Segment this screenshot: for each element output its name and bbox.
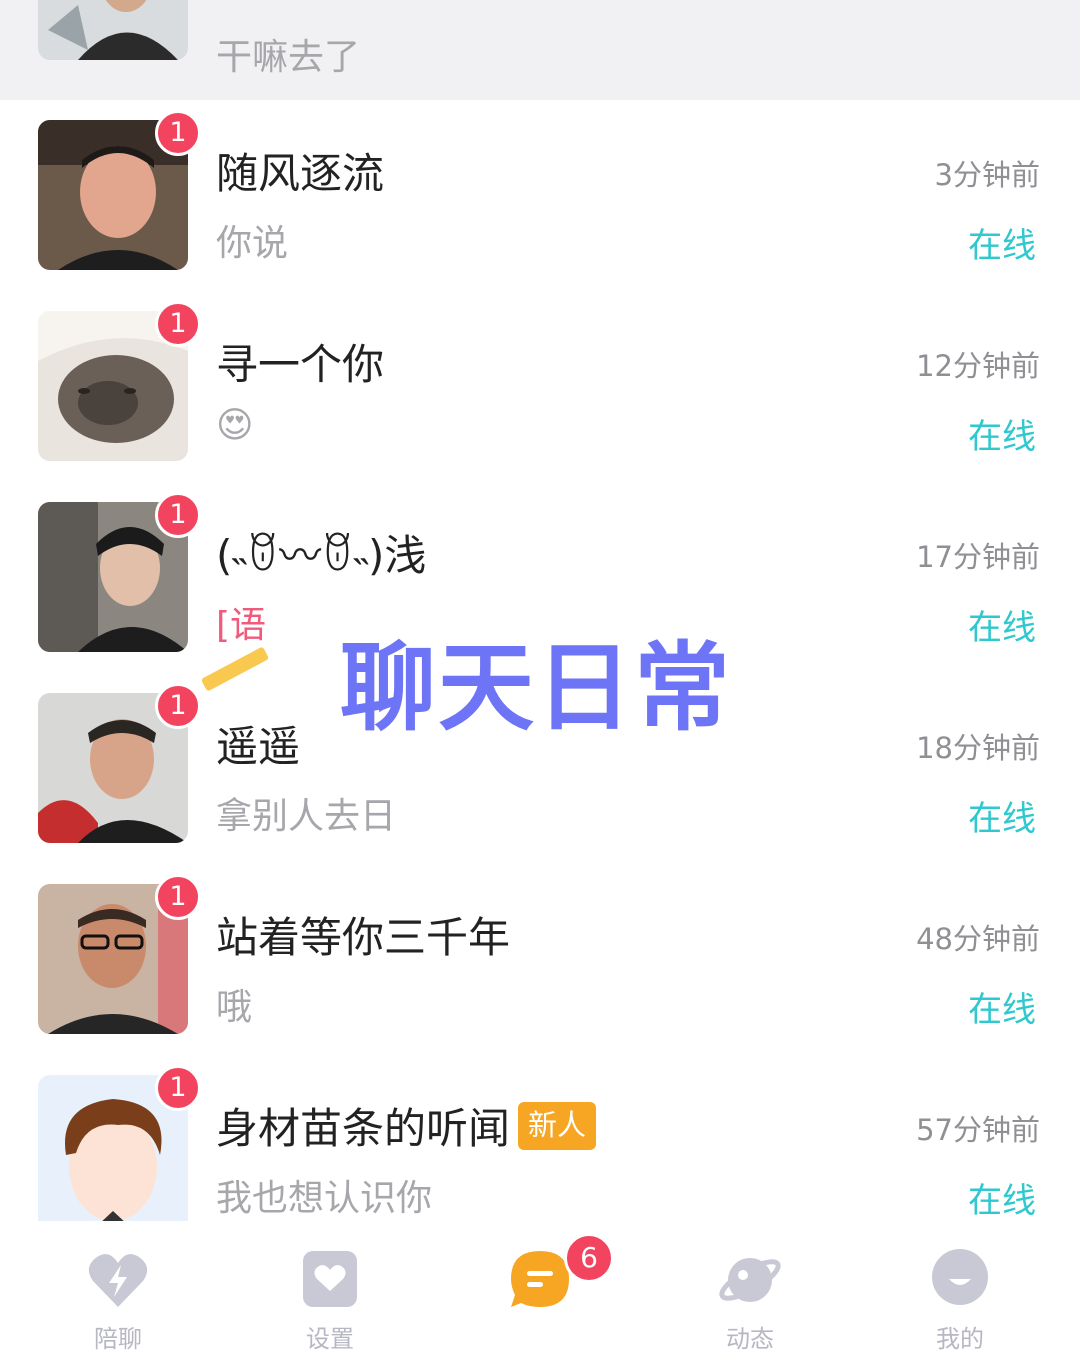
timestamp: 57分钟前 (916, 1113, 1040, 1147)
message-preview: 我也想认识你 (216, 1178, 433, 1219)
tab-badge: 6 (564, 1233, 614, 1283)
tab-profile[interactable]: 我的 (852, 1225, 1068, 1353)
tab-label: 动态 (726, 1325, 774, 1353)
timestamp: 3分钟前 (934, 158, 1040, 192)
tab-settings[interactable]: 设置 (222, 1225, 438, 1353)
unread-badge: 1 (155, 683, 201, 729)
conversation-row[interactable]: 干嘛去了 (0, 0, 1080, 100)
message-preview: 拿别人去日 (216, 796, 397, 837)
timestamp: 17分钟前 (916, 540, 1040, 574)
unread-badge: 1 (155, 492, 201, 538)
tab-label: 我的 (936, 1325, 984, 1353)
online-status: 在线 (968, 990, 1036, 1030)
message-preview: 😍 (216, 405, 254, 446)
unread-badge: 1 (155, 874, 201, 920)
conversation-row[interactable]: 1 随风逐流 你说 3分钟前 在线 (0, 100, 1080, 291)
lightning-heart-icon (88, 1254, 148, 1307)
tab-moments[interactable]: 动态 (642, 1225, 858, 1353)
contact-name: 遥遥 (216, 713, 300, 774)
online-status: 在线 (968, 608, 1036, 648)
unread-badge: 1 (155, 301, 201, 347)
contact-name: (˵ꆤ〰ꆤ˵)浅 (216, 522, 426, 583)
tab-chat-companion[interactable]: 陪聊 (10, 1225, 226, 1353)
contact-name: 身材苗条的听闻 新人 (216, 1095, 597, 1156)
contact-name: 随风逐流 (216, 140, 384, 201)
message-preview: 你说 (216, 223, 289, 264)
online-status: 在线 (968, 1181, 1036, 1221)
message-preview: 哦 (216, 987, 253, 1028)
profile-face-icon (932, 1249, 988, 1305)
new-user-tag: 新人 (518, 1101, 597, 1150)
timestamp: 18分钟前 (916, 731, 1040, 765)
conversation-row[interactable]: 1 寻一个你 😍 12分钟前 在线 (0, 291, 1080, 482)
bottom-tab-bar: 陪聊 设置 6 动态 我的 (0, 1225, 1080, 1353)
online-status: 在线 (968, 799, 1036, 839)
contact-name-text: 身材苗条的听闻 (216, 1104, 511, 1153)
unread-badge: 1 (155, 1065, 201, 1111)
online-status: 在线 (968, 417, 1036, 457)
overlay-title: 聊天日常 (340, 632, 732, 744)
contact-name-text: 遥遥 (216, 722, 301, 771)
contact-name-text: 寻一个你 (216, 340, 385, 389)
timestamp: 48分钟前 (916, 922, 1040, 956)
contact-name-text: 随风逐流 (216, 149, 385, 198)
conversation-row[interactable]: 1 身材苗条的听闻 新人 我也想认识你 57分钟前 在线 (0, 1055, 1080, 1246)
unread-badge: 1 (155, 110, 201, 156)
tab-label: 设置 (306, 1325, 354, 1353)
contact-name: 寻一个你 (216, 331, 384, 392)
message-preview: [语 (216, 605, 267, 646)
contact-name-text: (˵ꆤ〰ꆤ˵)浅 (216, 531, 427, 580)
heart-card-icon (303, 1251, 357, 1307)
online-status: 在线 (968, 226, 1036, 266)
conversation-row[interactable]: 1 站着等你三千年 哦 48分钟前 在线 (0, 864, 1080, 1055)
timestamp: 12分钟前 (916, 349, 1040, 383)
tab-label: 陪聊 (94, 1325, 142, 1353)
avatar (38, 0, 188, 60)
planet-icon (719, 1258, 781, 1302)
message-preview: 干嘛去了 (216, 37, 361, 78)
contact-name: 站着等你三千年 (216, 904, 510, 965)
tab-messages[interactable]: 6 (432, 1225, 648, 1333)
contact-name-text: 站着等你三千年 (216, 913, 511, 962)
